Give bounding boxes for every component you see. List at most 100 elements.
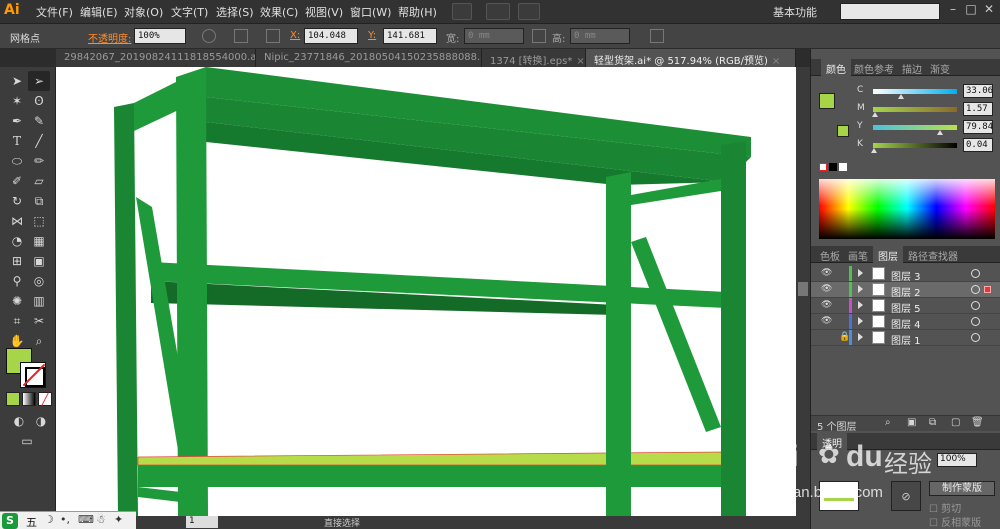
scale-tool-icon[interactable]: ⧉ — [28, 191, 50, 211]
opacity-field[interactable]: 100% — [134, 28, 186, 44]
menu-select[interactable]: 选择(S) — [216, 4, 254, 20]
search-input[interactable] — [840, 3, 940, 20]
expand-arrow-icon[interactable] — [858, 269, 863, 277]
user-icon[interactable]: ☃ — [96, 513, 106, 526]
blend-tool-icon[interactable]: ◎ — [28, 271, 50, 291]
target-circle-icon[interactable] — [971, 317, 980, 326]
ime-mode[interactable]: 五 — [26, 514, 37, 529]
column-graph-tool-icon[interactable]: ▥ — [28, 291, 50, 311]
tab-transparency[interactable]: 透明 — [817, 433, 847, 450]
arrange-documents-icon[interactable] — [486, 3, 510, 20]
none-swatch[interactable] — [819, 163, 827, 171]
x-label[interactable]: X: — [290, 30, 300, 41]
selection-tool-icon[interactable]: ➤ — [6, 71, 28, 91]
gradient-tool-icon[interactable]: ▣ — [28, 251, 50, 271]
black-slider[interactable] — [873, 143, 957, 148]
menu-file[interactable]: 文件(F) — [36, 4, 73, 20]
magenta-slider[interactable] — [873, 107, 957, 112]
tab-swatches[interactable]: 色板 — [815, 246, 845, 263]
ime-logo-icon[interactable]: S — [2, 513, 18, 529]
menu-type[interactable]: 文字(T) — [171, 4, 208, 20]
cyan-slider-thumb[interactable] — [898, 94, 904, 99]
bridge-icon[interactable] — [452, 3, 472, 20]
keyboard-icon[interactable]: ⌨ — [78, 513, 94, 526]
draw-inside-icon[interactable]: ◑ — [30, 411, 52, 431]
x-field[interactable]: 104.048 — [304, 28, 358, 44]
align-icon[interactable] — [650, 29, 664, 43]
trash-icon[interactable]: 🗑 — [971, 417, 984, 428]
new-sublayer-icon[interactable]: ⧉ — [929, 417, 936, 428]
layer-row[interactable]: 👁 图层 5 — [811, 298, 1000, 315]
tab-pathfinder[interactable]: 路径查找器 — [903, 246, 963, 263]
recolor-icon[interactable] — [202, 29, 216, 43]
layer-row[interactable]: 👁 图层 2 — [811, 282, 1000, 299]
artboard-number[interactable]: 1 — [186, 516, 218, 528]
gpu-icon[interactable] — [518, 3, 540, 20]
menu-effect[interactable]: 效果(C) — [260, 4, 298, 20]
eraser-tool-icon[interactable]: ▱ — [28, 171, 50, 191]
width-tool-icon[interactable]: ⋈ — [6, 211, 28, 231]
clip-checkbox[interactable]: ☐ 剪切 — [929, 500, 961, 515]
cyan-field[interactable]: 33.06 — [963, 84, 993, 98]
black-swatch[interactable] — [829, 163, 837, 171]
workspace-switcher[interactable]: 基本功能 — [773, 4, 817, 20]
menu-view[interactable]: 视图(V) — [305, 4, 343, 20]
yellow-slider[interactable] — [873, 125, 957, 130]
symbol-sprayer-tool-icon[interactable]: ✺ — [6, 291, 28, 311]
target-circle-icon[interactable] — [971, 269, 980, 278]
eyedropper-tool-icon[interactable]: ⚲ — [6, 271, 28, 291]
locate-object-icon[interactable]: ⌕ — [885, 417, 891, 428]
shape-builder-tool-icon[interactable]: ◔ — [6, 231, 28, 251]
direct-selection-tool-icon[interactable]: ➢ — [28, 71, 50, 91]
expand-arrow-icon[interactable] — [858, 285, 863, 293]
tab-brushes[interactable]: 画笔 — [843, 246, 873, 263]
magenta-field[interactable]: 1.57 — [963, 102, 993, 116]
scrollbar-thumb[interactable] — [798, 282, 808, 296]
pen-tool-icon[interactable]: ✒ — [6, 111, 28, 131]
tab-color[interactable]: 颜色 — [821, 59, 851, 76]
expand-arrow-icon[interactable] — [858, 317, 863, 325]
minimize-button[interactable]: – — [944, 2, 962, 20]
yellow-slider-thumb[interactable] — [937, 130, 943, 135]
tab-document-3[interactable]: 1374 [转换].eps* × — [482, 49, 586, 67]
cyan-slider[interactable] — [873, 89, 957, 94]
expand-arrow-icon[interactable] — [858, 301, 863, 309]
slice-tool-icon[interactable]: ✂ — [28, 311, 50, 331]
y-field[interactable]: 141.681 — [383, 28, 437, 44]
transparency-opacity-field[interactable]: 100% — [937, 453, 977, 467]
stroke-swatch[interactable] — [20, 362, 46, 388]
screen-mode-icon[interactable]: ▭ — [16, 431, 38, 451]
moon-icon[interactable]: ☽ — [44, 513, 54, 526]
gradient-mode-icon[interactable] — [22, 392, 36, 406]
menu-help[interactable]: 帮助(H) — [398, 4, 437, 20]
target-circle-icon[interactable] — [971, 285, 980, 294]
none-mode-icon[interactable]: ╱ — [38, 392, 52, 406]
menu-window[interactable]: 窗口(W) — [350, 4, 391, 20]
tab-document-active[interactable]: 轻型货架.ai* @ 517.94% (RGB/预览) × — [586, 49, 796, 67]
make-mask-button[interactable]: 制作蒙版 — [929, 481, 995, 496]
color-mode-icon[interactable] — [6, 392, 20, 406]
lasso-tool-icon[interactable]: ʘ — [28, 91, 50, 111]
height-field[interactable]: 0 mm — [570, 28, 630, 44]
ellipse-tool-icon[interactable]: ⬭ — [6, 151, 28, 171]
tab-gradient[interactable]: 渐变 — [925, 59, 955, 76]
artboard-tool-icon[interactable]: ⌗ — [6, 311, 28, 331]
perspective-grid-tool-icon[interactable]: ▦ — [28, 231, 50, 251]
anchor-convert-icon[interactable] — [234, 29, 248, 43]
punctuation-icon[interactable]: •, — [60, 513, 70, 526]
visibility-eye-icon[interactable]: 👁 — [821, 284, 832, 294]
settings-icon[interactable]: ✦ — [114, 513, 123, 526]
pencil-tool-icon[interactable]: ✐ — [6, 171, 28, 191]
free-transform-tool-icon[interactable]: ⬚ — [28, 211, 50, 231]
layer-row[interactable]: 🔒 图层 1 — [811, 330, 1000, 347]
magic-wand-tool-icon[interactable]: ✶ — [6, 91, 28, 111]
vertical-scrollbar[interactable] — [796, 67, 810, 516]
target-circle-icon[interactable] — [971, 333, 980, 342]
selected-art-indicator[interactable] — [984, 286, 991, 293]
tab-document-1[interactable]: 29842067_20190824111818554000.ai*× — [56, 49, 256, 67]
tab-color-guide[interactable]: 颜色参考 — [849, 59, 899, 76]
tab-layers[interactable]: 图层 — [873, 246, 903, 263]
target-circle-icon[interactable] — [971, 301, 980, 310]
anchor-handle-icon[interactable] — [266, 29, 280, 43]
draw-mode-icon[interactable]: ◐ — [8, 411, 30, 431]
